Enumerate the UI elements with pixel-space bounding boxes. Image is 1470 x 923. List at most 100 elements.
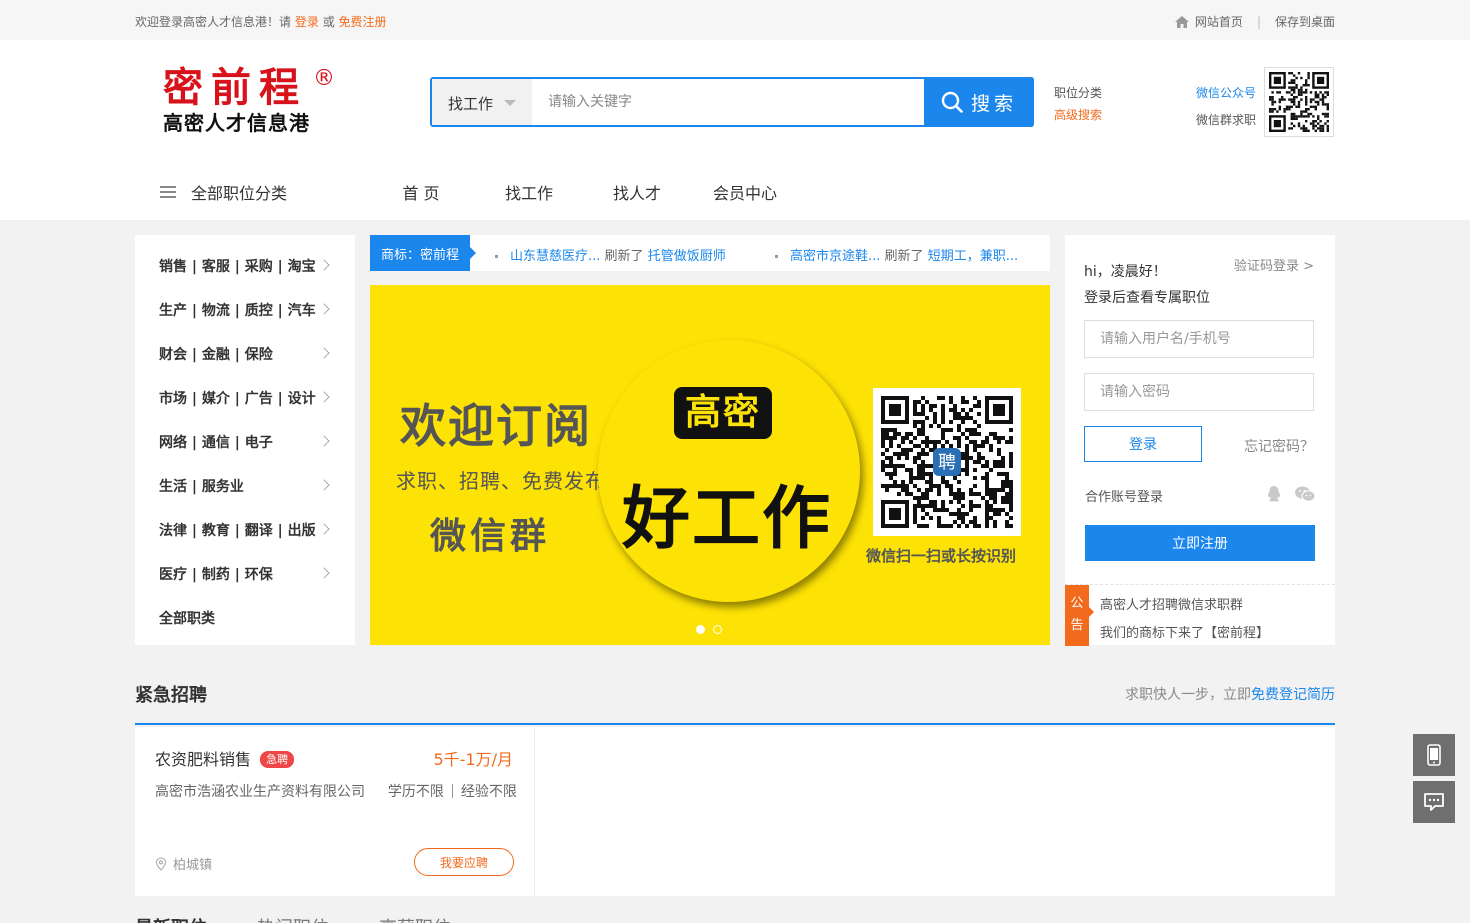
advanced-search-link[interactable]: 高级搜索 xyxy=(1054,108,1102,122)
register-button[interactable]: 立即注册 xyxy=(1085,525,1315,561)
search-icon xyxy=(941,91,963,113)
nav-find-job[interactable]: 找工作 xyxy=(483,180,575,204)
message-icon xyxy=(1424,793,1444,811)
chevron-right-icon xyxy=(318,259,330,271)
ticker-tag: 商标：密前程 xyxy=(370,235,476,271)
category-label: 医疗 | 制药 | 环保 xyxy=(159,567,273,583)
ticker-company[interactable]: 山东慧慈医疗... xyxy=(510,249,600,264)
announcement-tag: 公告 xyxy=(1065,585,1094,646)
bullet-icon xyxy=(775,255,778,258)
login-button[interactable]: 登录 xyxy=(1084,426,1202,462)
banner-big-text: 好工作 xyxy=(622,480,833,559)
feedback-button[interactable] xyxy=(1413,781,1455,823)
nav-home[interactable]: 首 页 xyxy=(375,180,467,204)
ticker-item[interactable]: 山东慧慈医疗... 刷新了 托管做饭厨师 xyxy=(495,245,726,264)
carousel-dots xyxy=(696,625,730,634)
ticker-company[interactable]: 高密市京途鞋... xyxy=(790,249,880,264)
category-item-all[interactable]: 全部职类 xyxy=(135,596,355,640)
news-ticker: 商标：密前程 山东慧慈医疗... 刷新了 托管做饭厨师 高密市京途鞋... 刷新… xyxy=(370,235,1050,271)
all-categories-menu[interactable]: 全部职位分类 xyxy=(135,180,375,204)
tab-hot[interactable]: 热门职位 xyxy=(257,914,329,923)
ticker-job[interactable]: 短期工，兼职... xyxy=(928,249,1018,264)
nav-find-talent[interactable]: 找人才 xyxy=(591,180,683,204)
mobile-version-button[interactable] xyxy=(1413,734,1455,776)
main-nav: 全部职位分类 首 页 找工作 找人才 会员中心 xyxy=(135,172,791,212)
apply-button[interactable]: 我要应聘 xyxy=(414,848,514,876)
urgent-badge: 急聘 xyxy=(260,751,295,768)
forgot-password-link[interactable]: 忘记密码？ xyxy=(1244,436,1314,456)
category-label: 销售 | 客服 | 采购 | 淘宝 xyxy=(159,259,316,275)
chevron-right-icon xyxy=(318,391,330,403)
top-login-link[interactable]: 登录 xyxy=(295,15,319,29)
category-item[interactable]: 财会 | 金融 | 保险 xyxy=(135,332,355,376)
job-card[interactable]: 农资肥料销售 急聘 5千-1万/月 高密市浩涵农业生产资料有限公司 学历不限 经验… xyxy=(135,727,535,896)
top-register-link[interactable]: 免费注册 xyxy=(339,15,387,29)
banner-line1: 欢迎订阅 xyxy=(400,399,592,453)
ticker-item[interactable]: 高密市京途鞋... 刷新了 短期工，兼职... xyxy=(775,245,1018,264)
location-pin-icon xyxy=(155,856,167,871)
qq-icon[interactable] xyxy=(1267,486,1281,506)
job-salary: 5千-1万/月 xyxy=(433,750,513,769)
wechat-qr-code xyxy=(1264,67,1334,137)
category-item[interactable]: 市场 | 媒介 | 广告 | 设计 xyxy=(135,376,355,420)
urgent-register-prompt: 求职快人一步，立即免费登记简历 xyxy=(1125,684,1335,704)
qr-code-image xyxy=(1269,72,1329,132)
promo-banner[interactable]: 欢迎订阅 求职、招聘、免费发布 微信群 高密 好工作 聘 微信扫一扫或长按识别 xyxy=(370,285,1050,645)
tab-latest[interactable]: 最新职位 xyxy=(135,914,207,923)
chevron-right-icon xyxy=(318,567,330,579)
job-location: 柏城镇 xyxy=(155,854,212,873)
site-home-link[interactable]: 网站首页 xyxy=(1195,13,1243,30)
wechat-icon[interactable] xyxy=(1295,486,1316,506)
partner-login-label: 合作账号登录 xyxy=(1085,490,1164,505)
username-input[interactable] xyxy=(1084,320,1314,358)
category-item[interactable]: 医疗 | 制药 | 环保 xyxy=(135,552,355,596)
category-label: 生产 | 物流 | 质控 | 汽车 xyxy=(159,303,316,319)
logo-reg-mark: ® xyxy=(313,66,335,91)
banner-line3: 微信群 xyxy=(430,516,551,557)
category-item[interactable]: 网络 | 通信 | 电子 xyxy=(135,420,355,464)
wechat-group-link[interactable]: 微信群求职 xyxy=(1196,113,1256,127)
announcement-link[interactable]: 我们的商标下来了【密前程】 xyxy=(1100,622,1269,641)
code-login-link[interactable]: 验证码登录 > xyxy=(1234,255,1314,274)
register-resume-link[interactable]: 免费登记简历 xyxy=(1251,687,1335,703)
search-type-select[interactable]: 找工作 xyxy=(432,79,532,125)
category-item[interactable]: 法律 | 教育 | 翻译 | 出版 xyxy=(135,508,355,552)
category-item[interactable]: 销售 | 客服 | 采购 | 淘宝 xyxy=(135,244,355,288)
ticker-job[interactable]: 托管做饭厨师 xyxy=(648,249,726,264)
save-desktop-link[interactable]: 保存到桌面 xyxy=(1275,13,1335,30)
job-title-text: 农资肥料销售 xyxy=(155,750,252,769)
password-input[interactable] xyxy=(1084,373,1314,411)
top-right-links: 网站首页 | 保存到桌面 xyxy=(1174,13,1335,30)
partner-icons xyxy=(1253,486,1316,506)
search-type-label: 找工作 xyxy=(448,95,494,113)
separator: | xyxy=(1256,14,1261,29)
job-meta: 高密市浩涵农业生产资料有限公司 学历不限 经验不限 xyxy=(155,781,517,801)
carousel-dot-active[interactable] xyxy=(696,625,705,634)
category-label: 生活 | 服务业 xyxy=(159,479,244,495)
search-input[interactable] xyxy=(532,79,922,125)
job-title[interactable]: 农资肥料销售 急聘 xyxy=(155,746,295,770)
search-button[interactable]: 搜索 xyxy=(924,77,1034,127)
search-side-links: 职位分类 高级搜索 xyxy=(1054,82,1102,126)
site-logo[interactable]: 密前程 ® 高密人才信息港 xyxy=(163,66,343,138)
tab-high-salary[interactable]: 高薪职位 xyxy=(379,914,451,923)
banner-qr-code: 聘 xyxy=(873,388,1021,536)
welcome-text: 欢迎登录高密人才信息港！请 登录 或 免费注册 xyxy=(135,13,387,30)
nav-member-center[interactable]: 会员中心 xyxy=(699,180,791,204)
category-label: 市场 | 媒介 | 广告 | 设计 xyxy=(159,391,316,407)
announcement-tag-text: 公告 xyxy=(1070,596,1084,633)
category-item[interactable]: 生产 | 物流 | 质控 | 汽车 xyxy=(135,288,355,332)
category-label: 法律 | 教育 | 翻译 | 出版 xyxy=(159,523,316,539)
announcement-link[interactable]: 高密人才招聘微信求职群 xyxy=(1100,594,1243,613)
mobile-phone-icon xyxy=(1427,744,1441,766)
section-divider xyxy=(135,723,1335,725)
wechat-official-link[interactable]: 微信公众号 xyxy=(1196,86,1256,100)
svg-text:聘: 聘 xyxy=(938,452,956,473)
carousel-dot[interactable] xyxy=(713,625,722,634)
top-bar: 欢迎登录高密人才信息港！请 登录 或 免费注册 网站首页 | 保存到桌面 xyxy=(0,0,1470,40)
chevron-right-icon xyxy=(318,347,330,359)
job-category-link[interactable]: 职位分类 xyxy=(1054,86,1102,100)
login-panel: hi，凌晨好！ 登录后查看专属职位 验证码登录 > 登录 忘记密码？ 合作账号登… xyxy=(1065,235,1335,646)
category-item[interactable]: 生活 | 服务业 xyxy=(135,464,355,508)
job-company[interactable]: 高密市浩涵农业生产资料有限公司 xyxy=(155,784,365,800)
